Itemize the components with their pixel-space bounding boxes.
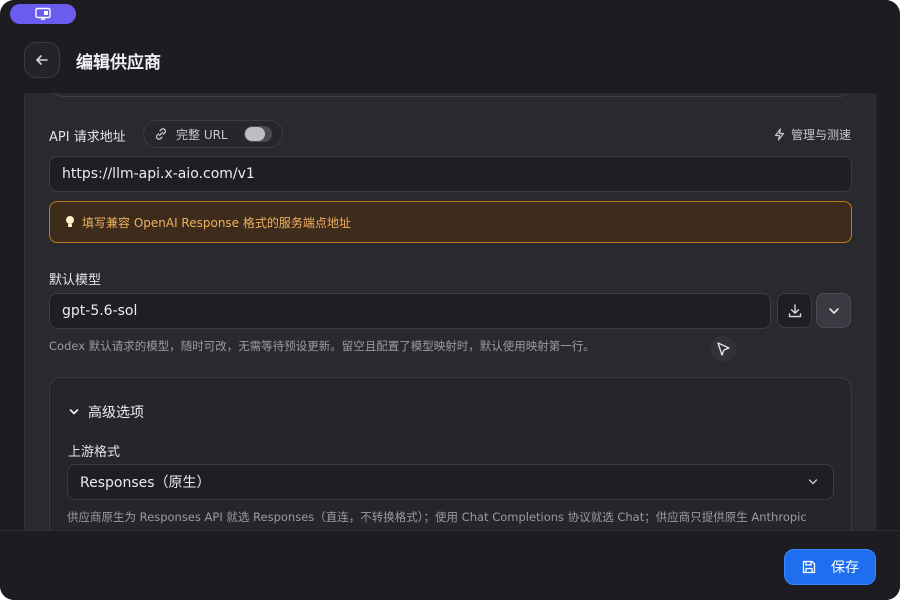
manage-speedtest-label: 管理与测速 (790, 128, 851, 142)
upstream-format-label: 上游格式 (68, 445, 121, 460)
monitor-icon (35, 7, 51, 20)
upstream-format-value: Responses（原生） (80, 475, 211, 491)
advanced-options-card: 高级选项 上游格式 Responses（原生） 供应商原生为 Responses… (49, 377, 852, 530)
link-icon (156, 128, 166, 140)
chevron-down-icon (828, 307, 839, 314)
default-model-label: 默认模型 (49, 273, 102, 288)
form-scroll-area[interactable]: API 请求地址 完整 URL 管理与测速 https://llm-api.x-… (24, 93, 876, 530)
window-pill[interactable] (10, 4, 76, 24)
advanced-options-title: 高级选项 (88, 405, 144, 421)
fetch-models-button[interactable] (777, 293, 812, 328)
arrow-left-icon (36, 55, 48, 65)
page-header: 编辑供应商 (0, 36, 900, 86)
page-title: 编辑供应商 (76, 53, 161, 73)
previous-card-edge (49, 93, 853, 97)
back-button[interactable] (24, 42, 60, 78)
full-url-label: 完整 URL (176, 127, 228, 142)
default-model-hint: Codex 默认请求的模型，随时可改，无需等待预设更新。留空且配置了模型映射时，… (49, 339, 595, 353)
mouse-cursor-icon (709, 335, 737, 363)
default-model-value: gpt-5.6-sol (62, 303, 138, 319)
upstream-format-select[interactable]: Responses（原生） (67, 464, 834, 500)
footer-bar: 保存 (0, 530, 900, 600)
lightning-icon (774, 128, 785, 141)
save-icon (802, 560, 816, 574)
api-url-label: API 请求地址 (49, 130, 126, 145)
notice-text: 填写兼容 OpenAI Response 格式的服务端点地址 (82, 215, 351, 230)
chevron-down-icon (69, 409, 79, 415)
model-dropdown-button[interactable] (816, 293, 851, 328)
default-model-input[interactable]: gpt-5.6-sol (49, 293, 771, 329)
save-label: 保存 (831, 560, 859, 576)
full-url-toggle[interactable]: 完整 URL (143, 120, 283, 148)
upstream-format-hint: 供应商原生为 Responses API 就选 Responses（直连，不转换… (67, 510, 807, 524)
chevron-down-icon (808, 479, 818, 485)
switch-knob (245, 127, 265, 141)
download-icon (788, 303, 801, 317)
advanced-options-toggle[interactable]: 高级选项 (68, 402, 144, 422)
api-url-value: https://llm-api.x-aio.com/v1 (62, 166, 255, 182)
lightbulb-icon (66, 216, 74, 227)
api-url-notice: 填写兼容 OpenAI Response 格式的服务端点地址 (49, 201, 852, 243)
full-url-switch[interactable] (244, 126, 272, 142)
manage-speedtest-link[interactable]: 管理与测速 (773, 126, 851, 143)
api-url-input[interactable]: https://llm-api.x-aio.com/v1 (49, 156, 852, 192)
app-window: 编辑供应商 API 请求地址 完整 URL 管理与测速 https://llm-… (0, 0, 900, 600)
save-button[interactable]: 保存 (784, 549, 876, 585)
